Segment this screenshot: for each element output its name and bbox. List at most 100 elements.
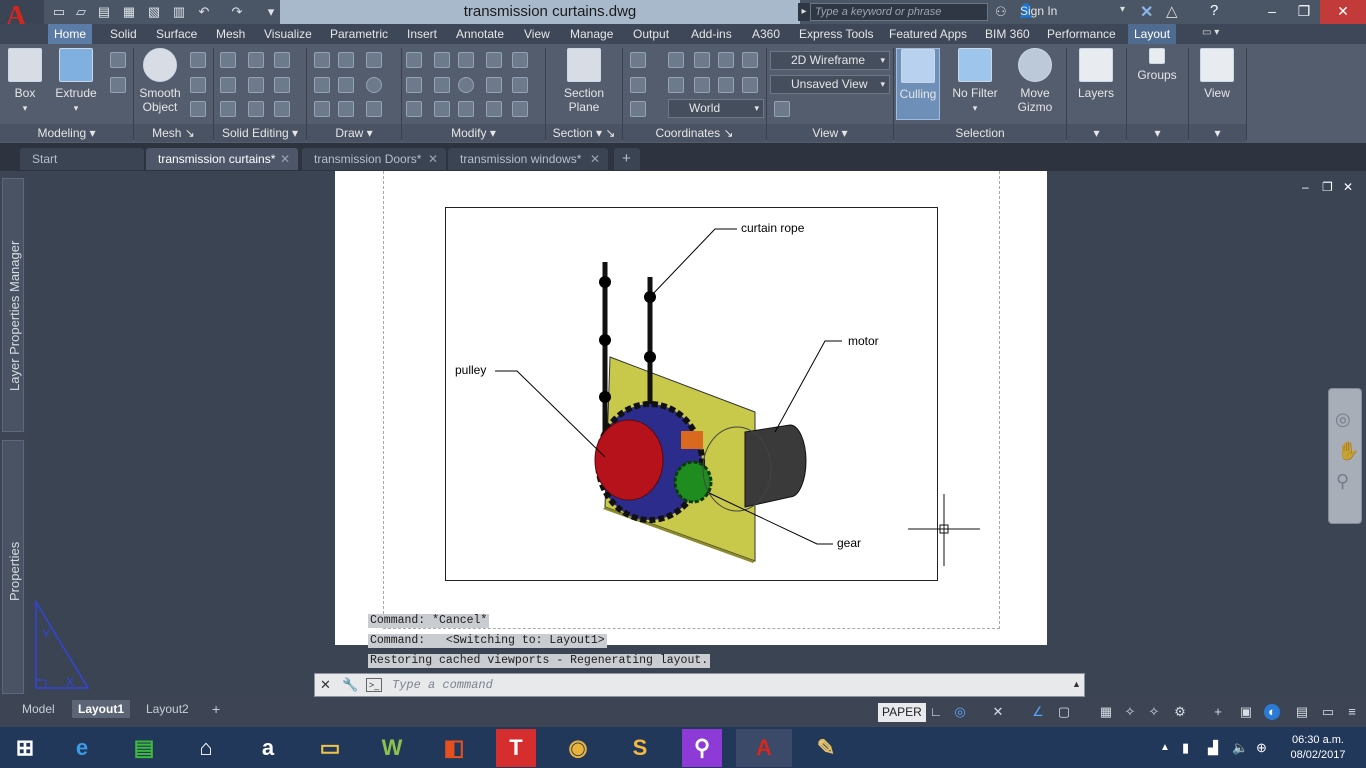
tab-featured-apps[interactable]: Featured Apps <box>883 24 973 44</box>
panel-title-coordinates[interactable]: Coordinates ↘ <box>623 124 766 142</box>
separate-icon[interactable] <box>274 77 290 93</box>
internet-explorer-icon[interactable]: e <box>54 729 110 767</box>
3d-move-icon[interactable] <box>486 52 502 68</box>
spline-icon[interactable] <box>314 77 330 93</box>
hardware-acceleration-icon[interactable]: ▤ <box>1294 704 1310 720</box>
chamfer-icon[interactable] <box>406 77 422 93</box>
ortho-icon[interactable]: ∟ <box>928 704 944 720</box>
close-tab-icon[interactable]: ✕ <box>428 148 438 170</box>
extrude-faces-icon[interactable] <box>274 52 290 68</box>
annotation-scale-icon[interactable]: ✧ <box>1122 704 1138 720</box>
polar-tracking-icon[interactable]: ◎ <box>952 704 968 720</box>
close-command-line-icon[interactable]: ✕ <box>320 677 331 693</box>
isolate-objects-icon[interactable]: ◐ <box>1264 704 1280 720</box>
3d-mirror-icon[interactable] <box>434 77 450 93</box>
paper-space-button[interactable]: PAPER <box>878 703 926 722</box>
ucs-view-icon[interactable] <box>742 77 758 93</box>
save-to-cloud-icon[interactable]: ▧ <box>145 3 163 21</box>
line-segment-icon[interactable] <box>338 77 354 93</box>
culling-button[interactable]: Culling <box>896 48 940 120</box>
tab-insert[interactable]: Insert <box>401 24 443 44</box>
shell-icon[interactable] <box>274 101 290 117</box>
lineweight-icon[interactable]: ▦ <box>1098 704 1114 720</box>
stretch-icon[interactable] <box>458 101 474 117</box>
object-snap-icon[interactable]: ▢ <box>1056 704 1072 720</box>
layout-tab-layout2[interactable]: Layout2 <box>140 700 195 718</box>
ucs-world-icon[interactable] <box>630 77 646 93</box>
search-app-icon[interactable]: ⚲ <box>682 729 722 767</box>
tab-surface[interactable]: Surface <box>150 24 203 44</box>
tab-bim-360[interactable]: BIM 360 <box>979 24 1036 44</box>
windows-start-icon[interactable]: ⊞ <box>0 729 50 767</box>
ucs-z-icon[interactable] <box>742 52 758 68</box>
open-file-icon[interactable]: ▱ <box>72 3 90 21</box>
file-tab-transmission-windows[interactable]: transmission windows* ✕ <box>448 148 608 170</box>
help-icon[interactable]: ? <box>1210 2 1218 19</box>
3d-rotate-icon[interactable] <box>434 101 450 117</box>
3d-align-icon[interactable] <box>434 52 450 68</box>
copy-icon[interactable] <box>486 77 502 93</box>
sign-in-button[interactable]: Sign In <box>1020 4 1057 18</box>
navigation-bar[interactable]: ◎ ✋ ⚲ <box>1328 388 1362 524</box>
clean-screen-icon[interactable]: ▭ <box>1320 704 1336 720</box>
s-app-icon[interactable]: S <box>612 729 668 767</box>
command-history-toggle-icon[interactable]: ▲ <box>1072 679 1081 689</box>
autocad-taskbar-icon[interactable]: A <box>736 729 792 767</box>
mesh-smooth-less-icon[interactable] <box>190 77 206 93</box>
polygon-icon[interactable] <box>314 101 330 117</box>
close-tab-icon[interactable]: ✕ <box>590 148 600 170</box>
plot-icon[interactable]: ▥ <box>170 3 188 21</box>
redo-icon[interactable]: ↷ <box>228 3 246 21</box>
mesh-smooth-more-icon[interactable] <box>190 52 206 68</box>
layer-properties-palette-tab[interactable]: Layer Properties Manager <box>2 178 24 432</box>
paint-icon[interactable]: ✎ <box>798 729 854 767</box>
no-filter-button[interactable]: No Filter ▾ <box>948 48 1002 115</box>
tab-parametric[interactable]: Parametric <box>324 24 394 44</box>
scale-icon[interactable] <box>486 101 502 117</box>
pan-icon[interactable]: ✋ <box>1337 441 1359 462</box>
box-button[interactable]: Box ▾ <box>4 48 46 115</box>
file-explorer-icon[interactable]: ▭ <box>302 729 358 767</box>
panel-title-modeling[interactable]: Modeling ▾ <box>0 124 133 142</box>
interfere-icon[interactable] <box>248 101 264 117</box>
groups-expand-icon[interactable]: ▾ <box>1127 124 1188 142</box>
visual-style-dropdown[interactable]: 2D Wireframe ▾ <box>770 51 890 70</box>
annotation-monitor-icon[interactable]: + <box>1210 704 1226 720</box>
ribbon-options-icon[interactable]: ▭ ▾ <box>1202 27 1228 41</box>
tab-manage[interactable]: Manage <box>564 24 619 44</box>
annotation-visibility-icon[interactable]: ✧ <box>1146 704 1162 720</box>
rectangle-icon[interactable] <box>338 101 354 117</box>
language-icon[interactable]: ⊕ <box>1256 740 1267 756</box>
smooth-object-button[interactable]: Smooth Object <box>136 48 184 114</box>
slice-icon[interactable] <box>248 77 264 93</box>
rotate-icon[interactable] <box>458 77 474 93</box>
t-app-icon[interactable]: T <box>496 729 536 767</box>
tab-solid[interactable]: Solid <box>104 24 143 44</box>
wordpress-w-icon[interactable]: W <box>364 729 420 767</box>
line-icon[interactable] <box>314 52 330 68</box>
office-icon[interactable]: ◧ <box>426 729 482 767</box>
object-snap-tracking-icon[interactable]: ∠ <box>1030 704 1046 720</box>
tab-view[interactable]: View <box>518 24 556 44</box>
subtract-icon[interactable] <box>220 77 236 93</box>
view-button[interactable]: View <box>1194 48 1240 100</box>
tab-output[interactable]: Output <box>627 24 675 44</box>
exchange-apps-icon[interactable]: ✕ <box>1140 2 1153 22</box>
extract-edges-icon[interactable] <box>248 52 264 68</box>
workspace-gear-icon[interactable]: ⚙ <box>1172 704 1188 720</box>
sign-in-dropdown-icon[interactable]: ▾ <box>1120 4 1125 15</box>
helix-icon[interactable] <box>366 101 382 117</box>
presspull-icon[interactable] <box>110 52 126 68</box>
close-tab-icon[interactable]: ✕ <box>280 148 290 170</box>
customization-icon[interactable]: ≡ <box>1344 704 1360 720</box>
panel-title-solid-editing[interactable]: Solid Editing ▾ <box>214 124 306 142</box>
volume-icon[interactable]: 🔈 <box>1232 740 1248 756</box>
customize-command-icon[interactable]: 🔧 <box>342 677 358 693</box>
file-tab-transmission-doors[interactable]: transmission Doors* ✕ <box>302 148 446 170</box>
isodraft-icon[interactable]: ✕ <box>990 704 1006 720</box>
file-tab-transmission-curtains[interactable]: transmission curtains* ✕ <box>146 148 298 170</box>
tab-performance[interactable]: Performance <box>1041 24 1122 44</box>
a360-icon[interactable]: △ <box>1166 2 1178 20</box>
undo-icon[interactable]: ↶ <box>195 3 213 21</box>
search-input[interactable]: Type a keyword or phrase <box>810 3 988 21</box>
